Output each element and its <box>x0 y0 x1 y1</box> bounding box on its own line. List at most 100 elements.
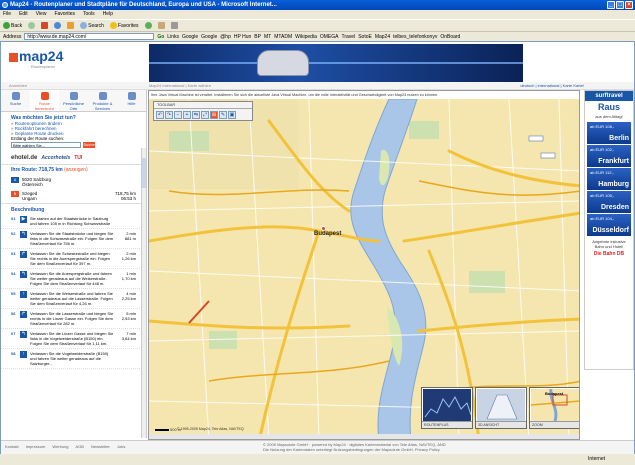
redo-icon[interactable]: ↷ <box>165 111 173 119</box>
map-scrollbar[interactable] <box>149 434 579 439</box>
close-button[interactable]: × <box>625 1 633 9</box>
menu-view[interactable]: View <box>36 10 47 19</box>
zoom-out-icon[interactable]: − <box>174 111 182 119</box>
footer-link-kontakt[interactable]: Kontakt <box>5 444 19 449</box>
home-button[interactable] <box>67 22 75 29</box>
tab-route[interactable]: Route berechnen <box>30 90 59 111</box>
route-step[interactable]: 07 ↰ Verlassen Sie die Linzer Gasse und bi… <box>1 329 146 349</box>
link-telbes[interactable]: telbes_telefonkonyv <box>393 34 437 40</box>
routenplus-panel[interactable]: ROUTENPLUS <box>421 387 473 429</box>
undo-icon[interactable]: ↶ <box>156 111 164 119</box>
map-view[interactable]: Ihre Java Virtual Machine ist veraltet. … <box>148 90 580 440</box>
footer-link-newsletter[interactable]: Newsletter <box>91 444 110 449</box>
map-toolbar: TOOLBAR ↶ ↷ − + ⇆ ⤢ ⊞ ✎ ▣ <box>153 101 253 121</box>
turn-arrow-icon: ▶ <box>20 216 27 223</box>
map-toolbar-label: TOOLBAR <box>154 102 252 109</box>
footer-link-werbung[interactable]: Werbung <box>52 444 68 449</box>
history-button[interactable] <box>144 22 152 29</box>
step-number: 03 <box>11 251 16 256</box>
ad-destination[interactable]: ab EUR 102,- Frankfurt <box>587 145 631 167</box>
go-button[interactable]: Go <box>157 34 164 40</box>
ehotel-logo[interactable]: ehotel.de <box>11 155 37 161</box>
print-button[interactable] <box>170 22 178 29</box>
search-icon <box>80 22 88 29</box>
refresh-button[interactable] <box>54 22 62 29</box>
step-text: Verlassen Sie die Vogelweiderstraße (B15… <box>30 351 109 366</box>
description-steps: 01 ▶ Sie starten auf der Staatsbrücke in S… <box>1 214 146 369</box>
ad-price: ab EUR 108,- <box>590 124 615 129</box>
link-wikipedia[interactable]: Wikipedia <box>295 34 317 40</box>
tab-produkte[interactable]: Produkte & Services <box>88 90 117 111</box>
header-banner[interactable] <box>149 44 523 82</box>
step-number: 06 <box>11 311 16 316</box>
link-sotoe[interactable]: SotoE <box>358 34 372 40</box>
ad-city: Frankfurt <box>598 158 629 165</box>
tab-suche[interactable]: Suche <box>1 90 30 111</box>
link-mt[interactable]: MT <box>264 34 271 40</box>
zoom-panel[interactable]: Budapest ZOOM <box>529 387 579 429</box>
link-hp-hun[interactable]: HP Hun <box>234 34 251 40</box>
maximize-button[interactable]: □ <box>616 1 624 9</box>
route-step[interactable]: 03 ↱ Verlassen Sie die Schwarzstraße und b… <box>1 249 146 269</box>
forward-button[interactable] <box>28 22 36 29</box>
route-step[interactable]: 06 ↱ Verlassen Sie die Lasserstraße und bi… <box>1 309 146 329</box>
menu-help[interactable]: Help <box>103 10 113 19</box>
surftravel-ad[interactable]: surftravel Raus aus dem Alltag! ab EUR 1… <box>584 90 634 370</box>
login-link[interactable]: Anmelden <box>9 82 27 90</box>
sidebar-scroll-thumb[interactable] <box>142 158 146 188</box>
route-start: A 5020 Salzburg Österreich <box>1 175 146 189</box>
menu-edit[interactable]: Edit <box>19 10 28 19</box>
link-mtadm[interactable]: MTADM <box>274 34 292 40</box>
map24-logo[interactable]: map24 <box>9 48 63 64</box>
print-map-icon[interactable]: ▣ <box>228 111 236 119</box>
description-title: Beschreibung <box>1 203 146 214</box>
back-button[interactable]: Back <box>3 22 22 29</box>
route-step[interactable]: 05 ↑ Verlassen Sie die Weiserstraße und fa… <box>1 289 146 309</box>
link-bp[interactable]: BP <box>254 34 261 40</box>
grid-icon[interactable]: ⊞ <box>210 111 218 119</box>
menu-favorites[interactable]: Favorites <box>54 10 75 19</box>
footer-link-agb[interactable]: AGB <box>76 444 84 449</box>
menu-tools[interactable]: Tools <box>83 10 95 19</box>
tab-hilfe[interactable]: Hilfe <box>117 90 146 111</box>
route-step[interactable]: 08 ↑ Verlassen Sie die Vogelweiderstraße (… <box>1 349 146 369</box>
language-links[interactable]: deutsch | international | Karte Karte! <box>520 82 584 90</box>
zoom-in-icon[interactable]: + <box>183 111 191 119</box>
favorites-button[interactable]: Favorites <box>109 22 139 29</box>
ad-destination[interactable]: ab EUR 112,- Hamburg <box>587 168 631 190</box>
minimize-button[interactable]: _ <box>607 1 615 9</box>
3d-view-panel[interactable]: 3D ANSICHT <box>475 387 527 429</box>
link-map24[interactable]: Map24 <box>375 34 390 40</box>
route-show-link[interactable]: (anzeigen) <box>64 167 88 173</box>
ad-destination[interactable]: ab EUR 104,- Düsseldorf <box>587 214 631 236</box>
link-hp[interactable]: @hp <box>220 34 231 40</box>
link-omega[interactable]: OMEGA <box>320 34 339 40</box>
pan-icon[interactable]: ⇆ <box>192 111 200 119</box>
tab-orte[interactable]: Persönliche Orte <box>59 90 88 111</box>
ad-destination[interactable]: ab EUR 105,- Dresden <box>587 191 631 213</box>
accor-logo[interactable]: Accorhotels <box>41 155 70 161</box>
route-step[interactable]: 02 ↰ Verlassen Sie die Staatsbrücke und bi… <box>1 229 146 249</box>
mail-button[interactable] <box>157 22 165 29</box>
search-button[interactable]: Search <box>80 22 104 29</box>
menu-file[interactable]: File <box>3 10 11 19</box>
tui-logo[interactable]: TUI <box>74 155 82 161</box>
address-input[interactable]: http://www.de.map24.com/ <box>24 33 155 40</box>
link-google[interactable]: Google <box>182 34 198 40</box>
footer-link-impressum[interactable]: Impressum <box>26 444 46 449</box>
ad-destination[interactable]: ab EUR 108,- Berlin <box>587 122 631 144</box>
route-step[interactable]: 04 ↰ Verlassen Sie die Auerspergstraße und… <box>1 269 146 289</box>
fullscreen-icon[interactable]: ⤢ <box>201 111 209 119</box>
footer-link-jobs[interactable]: Jobs <box>117 444 125 449</box>
sidebar-scrollbar[interactable] <box>141 148 146 438</box>
pen-icon[interactable]: ✎ <box>219 111 227 119</box>
link-travel[interactable]: Travel <box>341 34 355 40</box>
map-select-link[interactable]: Map24 International | Karte wählen <box>149 82 211 90</box>
along-route-submit[interactable]: Suche <box>83 142 95 148</box>
link-google-2[interactable]: Google <box>201 34 217 40</box>
link-onboard[interactable]: OnBoard <box>440 34 460 40</box>
along-route-select[interactable]: Bitte wählen Sie... <box>11 142 81 148</box>
route-end: B Szeged Ungarn 718,75 km 06:53 h <box>1 189 146 203</box>
route-step[interactable]: 01 ▶ Sie starten auf der Staatsbrücke in S… <box>1 214 146 229</box>
stop-button[interactable] <box>41 22 49 29</box>
